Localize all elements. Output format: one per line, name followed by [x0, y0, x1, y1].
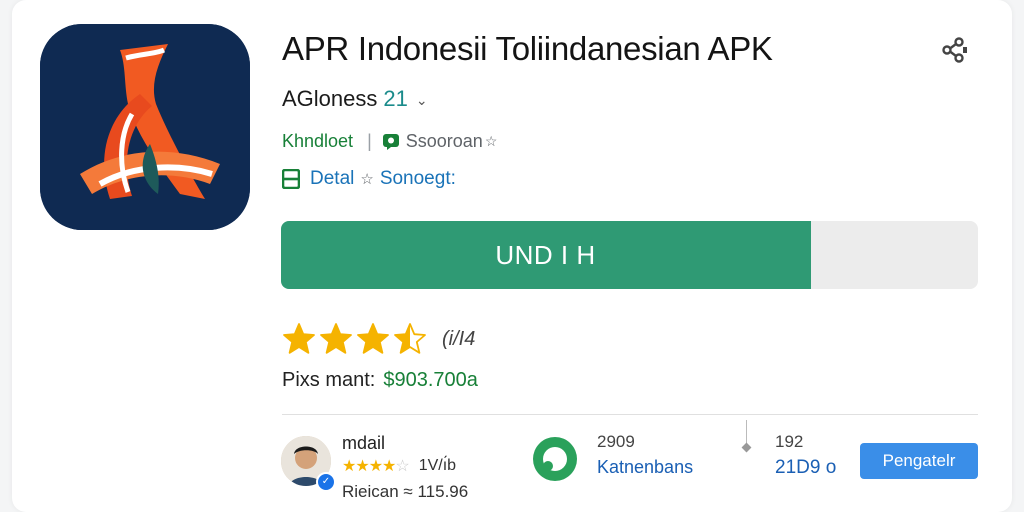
progress-label: UND I H: [495, 240, 596, 270]
verified-badge-icon: ✓: [316, 472, 336, 492]
rating-score: (i/I4: [442, 327, 476, 350]
share-icon[interactable]: [936, 32, 972, 68]
review-star-icon: ★: [368, 458, 383, 475]
category-label[interactable]: Khndloet: [282, 131, 353, 152]
stat-b-value: 192: [775, 432, 804, 451]
price-row: Pixs mant: $903.700a: [282, 369, 478, 392]
price-label: Pixs mant:: [282, 369, 376, 391]
stat-a-label[interactable]: Katnenbans: [597, 457, 693, 478]
stat-b-label[interactable]: 21D9 o: [775, 457, 836, 479]
divider: [282, 414, 978, 415]
rating-star-icon: [394, 323, 426, 354]
review-subtext: Rieican ≈ 115.96: [342, 482, 469, 501]
version-number: 21: [383, 86, 408, 111]
separator: |: [367, 131, 372, 151]
rating-star-icon: [320, 323, 352, 354]
stat-a-value: 2909: [597, 432, 635, 451]
developer-row[interactable]: AGloness 21 ⌄: [282, 86, 428, 112]
action-button[interactable]: Pengatelr: [860, 443, 978, 479]
app-logo-icon[interactable]: [40, 24, 250, 230]
rating-star-icon: [357, 323, 389, 354]
price-value: $903.700a: [383, 369, 478, 391]
star-icon: ☆: [484, 133, 498, 149]
detail-value[interactable]: Sonoegt:: [380, 168, 456, 190]
review-star-icon: ★: [382, 458, 396, 475]
reviewer-stars: ★ ★ ★ ★ ☆ 1V/ı́b: [342, 456, 456, 476]
app-title: APR Indonesii Toliindanesian APK: [282, 30, 773, 67]
review-star-icon: ☆: [395, 458, 409, 475]
review-star-icon: ★: [355, 458, 369, 475]
developer-name[interactable]: AGloness: [282, 86, 377, 112]
review-count: 1V/ı́b: [418, 457, 457, 474]
detail-label[interactable]: Detal: [310, 168, 354, 190]
rating-stars: (i/I4: [282, 322, 475, 356]
review-star-icon: ★: [342, 458, 356, 475]
rating-star-icon: [283, 323, 315, 354]
install-progress-button[interactable]: UND I H: [281, 221, 978, 289]
reviewer-name[interactable]: mdail: [342, 433, 385, 454]
star-icon: ☆: [360, 171, 374, 188]
meta-row: Khndloet | Ssooroan ☆: [282, 131, 497, 152]
ring-icon: [531, 435, 579, 483]
chevron-down-icon[interactable]: ⌄: [416, 92, 428, 109]
detail-row: Detal ☆ Sonoegt:: [282, 168, 456, 190]
downloads-label: Ssooroan: [405, 131, 483, 151]
chat-icon: [382, 133, 400, 151]
box-icon: [282, 169, 300, 189]
